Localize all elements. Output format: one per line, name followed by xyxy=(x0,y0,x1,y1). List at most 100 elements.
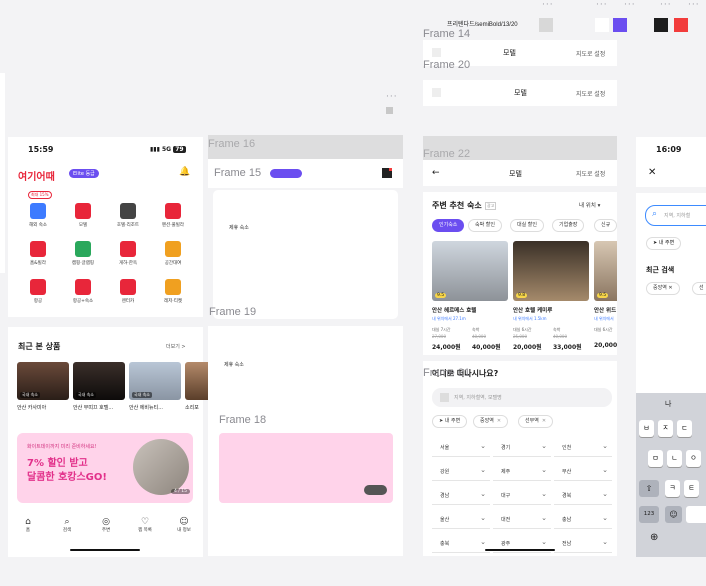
category-item[interactable]: 캠핑·글램핑 xyxy=(65,241,101,266)
category-item[interactable]: 모텔 xyxy=(65,203,101,228)
filter-chip[interactable]: 인기숙소 xyxy=(432,219,465,232)
region-select[interactable]: 제주 xyxy=(493,462,551,481)
frame-label[interactable]: Frame 21 xyxy=(423,367,470,379)
category-item[interactable]: 펜션·풀빌라 xyxy=(155,203,191,228)
filter-chip[interactable]: 신규 xyxy=(594,219,617,232)
map-setting-link[interactable]: 지도로 설정 xyxy=(576,169,605,178)
frame-label[interactable]: Frame 14 xyxy=(423,28,470,40)
wishlist-tab[interactable]: ♡ 찜 목록 xyxy=(130,517,160,533)
recent-thumb[interactable]: 국내 숙소 xyxy=(73,362,125,400)
region-select[interactable]: 대구 xyxy=(493,486,551,505)
emoji-key-icon[interactable]: ☺ xyxy=(665,506,682,523)
color-swatch[interactable] xyxy=(654,18,668,32)
hotel-image[interactable]: 9.5 xyxy=(594,241,617,301)
frame-menu-dots[interactable]: ··· xyxy=(624,0,636,10)
region-select[interactable]: 대전 xyxy=(493,510,551,529)
back-arrow-icon[interactable]: ← xyxy=(432,168,440,178)
frame-menu-dots[interactable]: ··· xyxy=(542,0,554,10)
search-input[interactable]: ⌕ 지역, 지하철 xyxy=(645,205,706,226)
recent-name[interactable]: 안산 부띠끄 호텔... xyxy=(73,404,113,411)
color-swatch[interactable] xyxy=(539,18,553,32)
close-icon[interactable]: ✕ xyxy=(542,418,546,424)
region-select[interactable]: 경기 xyxy=(493,438,551,457)
frame-label[interactable]: Frame 15 xyxy=(214,167,261,179)
filter-chip[interactable]: 기업출장 xyxy=(552,219,585,232)
home-tab[interactable]: ⌂ 홈 xyxy=(13,517,43,533)
brand-logo[interactable]: 여기어때 xyxy=(18,168,55,183)
frame-label[interactable]: Frame 18 xyxy=(219,414,266,426)
globe-icon[interactable]: ⊕ xyxy=(650,532,658,543)
nearby-chip[interactable]: ➤ 내 주변 xyxy=(646,237,682,250)
category-item[interactable]: 공간대여 xyxy=(155,241,191,266)
color-swatch[interactable] xyxy=(674,18,688,32)
recent-thumb[interactable]: 국내 숙소 xyxy=(17,362,69,400)
recent-chip[interactable]: 중앙역 ✕ xyxy=(646,282,680,295)
map-setting-link[interactable]: 지도로 설정 xyxy=(576,49,605,58)
recent-name[interactable]: 소리포 xyxy=(185,404,199,411)
category-item[interactable]: 홈&빌라 xyxy=(20,241,56,266)
kb-key[interactable]: ㅂ xyxy=(639,420,654,437)
bell-icon[interactable]: 🔔 xyxy=(179,167,190,177)
hotel-name[interactable]: 안산 헤르메스 호텔 xyxy=(432,306,476,314)
recent-name[interactable]: 안산 카사미아 xyxy=(17,404,46,411)
frame-label[interactable]: Frame 20 xyxy=(423,59,470,71)
recent-name[interactable]: 안산 에비뉴티... xyxy=(129,404,163,411)
category-item[interactable]: 항공+숙소 xyxy=(65,279,101,304)
search-input[interactable]: 지역, 지하철역, 모텔명 xyxy=(432,388,612,407)
frame-label[interactable]: Frame 19 xyxy=(209,306,256,318)
hotel-name[interactable]: 안산 호텔 케미루 xyxy=(513,306,552,314)
region-select[interactable]: 전남 xyxy=(554,534,612,553)
recent-thumb[interactable]: 국내 숙소 xyxy=(129,362,181,400)
kb-key[interactable]: ㅇ xyxy=(686,450,701,467)
category-item[interactable]: 해외 숙소 xyxy=(20,203,56,228)
category-item[interactable]: 게하·한옥 xyxy=(110,241,146,266)
my-location-dropdown[interactable]: 내 위치 ▾ xyxy=(579,201,600,209)
kb-key[interactable]: ㄴ xyxy=(667,450,682,467)
profile-tab[interactable]: ☺ 내 정보 xyxy=(169,517,199,533)
region-chip[interactable]: ➤ 내 주변 xyxy=(432,415,468,428)
region-select[interactable]: 경북 xyxy=(554,486,612,505)
shift-key-icon[interactable]: ⇧ xyxy=(639,480,659,497)
region-select[interactable]: 경남 xyxy=(432,486,490,505)
recent-chip[interactable]: 선 xyxy=(692,282,706,295)
kb-key[interactable]: ㅌ xyxy=(684,480,699,497)
category-item[interactable]: 호텔·리조트 xyxy=(110,203,146,228)
elite-badge[interactable]: Elite 등급 xyxy=(69,169,99,178)
filter-chip[interactable]: 대실 할인 xyxy=(510,219,544,232)
nearby-tab[interactable]: ◎ 주변 xyxy=(91,517,121,533)
kb-key[interactable]: ㄷ xyxy=(677,420,692,437)
region-select[interactable]: 충남 xyxy=(554,510,612,529)
region-select[interactable]: 서울 xyxy=(432,438,490,457)
region-select[interactable]: 강원 xyxy=(432,462,490,481)
region-chip[interactable]: 선부역 ✕ xyxy=(518,415,554,428)
region-chip[interactable]: 중앙역 ✕ xyxy=(473,415,509,428)
close-icon[interactable]: ✕ xyxy=(648,167,656,178)
space-key[interactable] xyxy=(686,506,706,523)
color-swatch[interactable] xyxy=(613,18,627,32)
region-select[interactable]: 울산 xyxy=(432,510,490,529)
map-setting-link[interactable]: 지도로 설정 xyxy=(576,89,605,98)
small-frame[interactable] xyxy=(386,107,393,114)
purple-pill[interactable] xyxy=(270,169,302,178)
category-item[interactable]: 항공 xyxy=(20,279,56,304)
frame-menu-dots[interactable]: ··· xyxy=(596,0,608,10)
category-item[interactable]: 렌터카 xyxy=(110,279,146,304)
frame-menu-dots[interactable]: ··· xyxy=(660,0,672,10)
frame-menu-dots[interactable]: ··· xyxy=(386,92,398,102)
hotel-name[interactable]: 안산 위드 xyxy=(594,306,616,314)
more-link[interactable]: 더보기 > xyxy=(166,343,186,350)
hotel-image[interactable]: 9.8 xyxy=(513,241,589,301)
kb-key[interactable]: ㅈ xyxy=(658,420,673,437)
kb-number-key[interactable]: 123 xyxy=(639,506,659,523)
region-select[interactable]: 인천 xyxy=(554,438,612,457)
hotel-image[interactable]: 9.5 xyxy=(432,241,508,301)
kb-suggestion[interactable]: 나 xyxy=(665,399,671,409)
kb-key[interactable]: ㅁ xyxy=(648,450,663,467)
category-item[interactable]: 레저·티켓 xyxy=(155,279,191,304)
frame-menu-dots[interactable]: ··· xyxy=(688,0,700,10)
promo-banner[interactable]: 화이트데이까지 미리 준비하세요! 7% 할인 받고 달콤한 호캉스GO! 4 … xyxy=(17,433,193,503)
kb-key[interactable]: ㅋ xyxy=(665,480,680,497)
region-select[interactable]: 충북 xyxy=(432,534,490,553)
color-swatch[interactable] xyxy=(595,18,609,32)
search-tab[interactable]: ⌕ 검색 xyxy=(52,517,82,533)
